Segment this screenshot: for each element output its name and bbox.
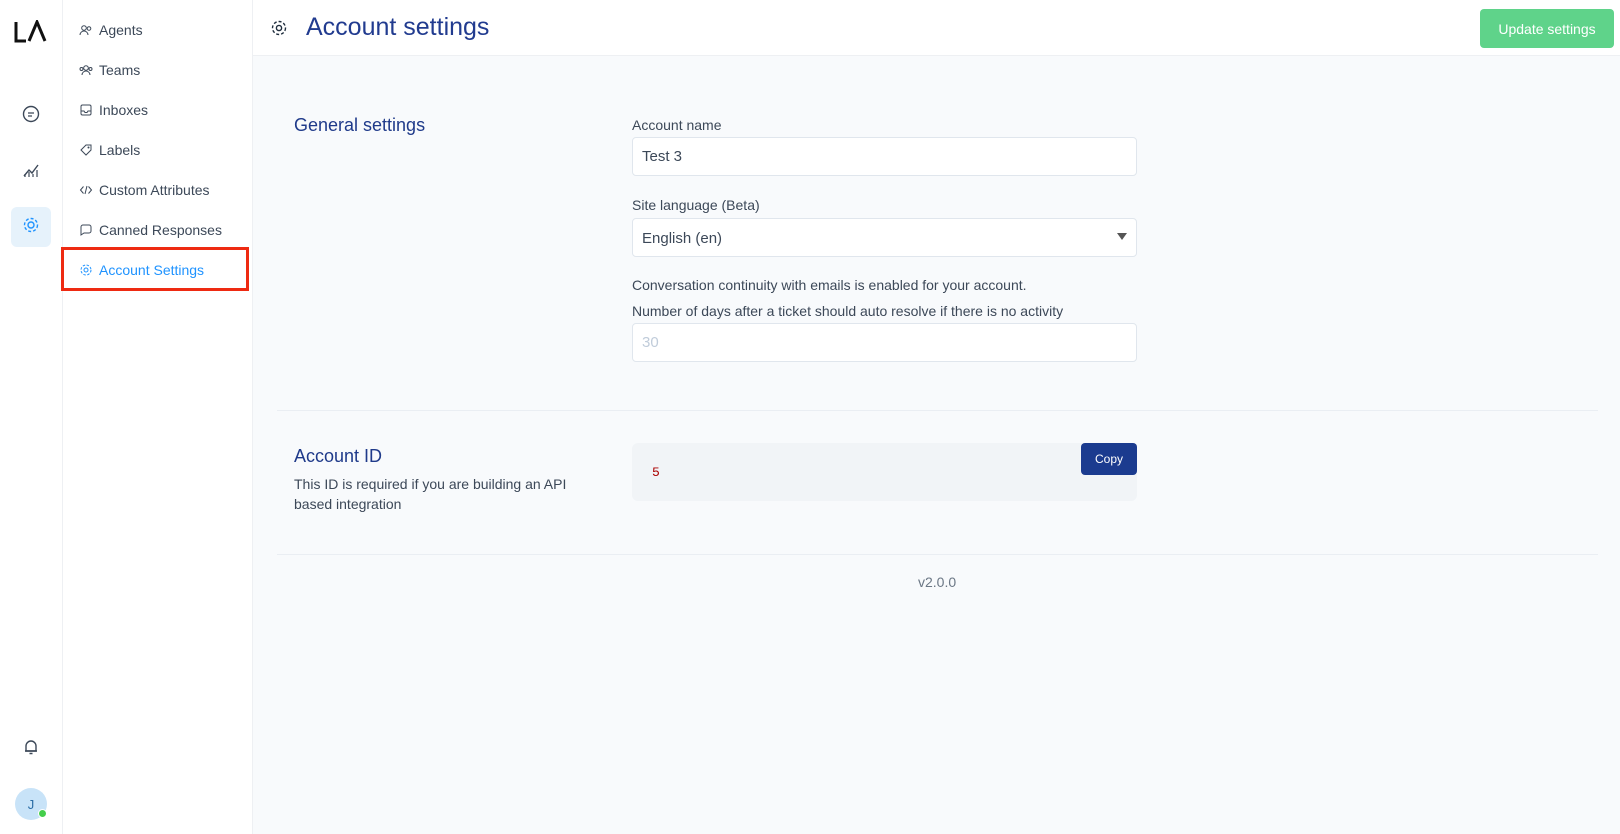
teams-icon — [79, 63, 93, 77]
nav-conversations[interactable] — [11, 96, 51, 136]
site-language-value: English (en) — [642, 230, 723, 247]
auto-resolve-days-input[interactable] — [632, 323, 1137, 362]
gear-icon — [22, 216, 40, 239]
tag-icon — [79, 143, 93, 157]
continuity-note: Conversation continuity with emails is e… — [632, 277, 1027, 293]
sidebar-item-label: Canned Responses — [99, 222, 222, 238]
account-name-input[interactable] — [632, 137, 1137, 176]
app-logo[interactable] — [14, 18, 48, 44]
sidebar-item-teams[interactable]: Teams — [79, 54, 140, 86]
account-id-description: This ID is required if you are building … — [294, 476, 567, 512]
sidebar-item-custom-attributes[interactable]: Custom Attributes — [79, 174, 210, 206]
page-header: Account settings Update settings — [253, 0, 1620, 56]
chart-icon — [22, 160, 40, 183]
update-settings-button[interactable]: Update settings — [1480, 9, 1614, 48]
account-id-value: 5 — [652, 465, 660, 480]
chat-bubble-icon — [22, 105, 40, 128]
sidebar-item-label: Labels — [99, 142, 141, 158]
nav-settings[interactable] — [11, 207, 51, 247]
code-icon — [79, 183, 93, 197]
chat-icon — [79, 223, 93, 237]
inbox-icon — [79, 103, 93, 117]
settings-sidebar: Agents Teams Inboxes Labels Custom Attri… — [61, 0, 253, 834]
auto-resolve-label: Number of days after a ticket should aut… — [632, 303, 1064, 319]
site-language-label: Site language (Beta) — [632, 197, 760, 213]
account-id-title: Account ID — [294, 446, 383, 466]
agents-icon — [79, 23, 93, 37]
app-version: v2.0.0 — [918, 574, 957, 590]
primary-sidebar: J — [0, 0, 63, 834]
site-language-select[interactable]: English (en) — [632, 218, 1137, 257]
sidebar-item-canned-responses[interactable]: Canned Responses — [79, 214, 222, 246]
general-settings-title: General settings — [294, 115, 426, 135]
sidebar-item-label: Teams — [99, 62, 141, 78]
copy-button[interactable]: Copy — [1081, 443, 1137, 475]
section-divider — [277, 410, 1598, 411]
selection-highlight — [61, 247, 249, 291]
bell-icon — [22, 738, 40, 761]
sidebar-item-label: Custom Attributes — [99, 182, 210, 198]
gear-icon — [270, 19, 288, 37]
notifications-button[interactable] — [11, 729, 51, 769]
sidebar-item-label: Agents — [99, 22, 143, 38]
section-divider — [277, 554, 1598, 555]
sidebar-item-label: Inboxes — [99, 102, 149, 118]
sidebar-item-agents[interactable]: Agents — [79, 14, 143, 46]
page-title: Account settings — [306, 13, 490, 41]
nav-reports[interactable] — [11, 151, 51, 191]
account-id-code-box: 5 Copy — [632, 443, 1137, 501]
sidebar-item-labels[interactable]: Labels — [79, 134, 140, 166]
account-name-label: Account name — [632, 117, 722, 133]
sidebar-item-inboxes[interactable]: Inboxes — [79, 94, 148, 126]
online-status-dot — [38, 809, 47, 818]
chevron-down-icon — [1117, 233, 1127, 240]
